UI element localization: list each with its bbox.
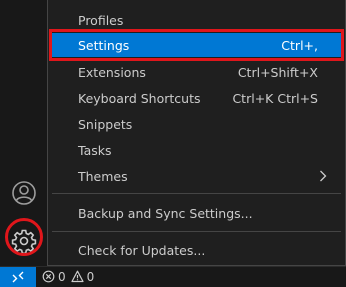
remote-indicator-button[interactable] xyxy=(0,266,36,287)
manage-highlight-circle xyxy=(5,218,43,256)
menu-item-label: Tasks xyxy=(78,142,112,158)
warning-count: 0 xyxy=(86,269,95,284)
menu-item-snippets[interactable]: Snippets xyxy=(52,112,341,136)
menu-item-tasks[interactable]: Tasks xyxy=(52,138,341,162)
menu-item-label: Themes xyxy=(78,168,128,184)
menu-item-keyboard-shortcuts[interactable]: Keyboard Shortcuts Ctrl+K Ctrl+S xyxy=(52,86,341,110)
settings-highlight-box xyxy=(49,29,344,61)
menu-item-extensions[interactable]: Extensions Ctrl+Shift+X xyxy=(52,60,341,84)
error-count: 0 xyxy=(58,269,66,284)
remote-icon xyxy=(12,271,24,282)
chevron-right-icon xyxy=(320,170,327,182)
warning-icon xyxy=(71,270,84,283)
menu-item-label: Snippets xyxy=(78,116,133,132)
problems-indicator[interactable]: 0 0 xyxy=(36,270,94,284)
menu-item-themes[interactable]: Themes xyxy=(52,164,341,188)
menu-item-check-updates[interactable]: Check for Updates... xyxy=(52,238,341,262)
status-bar: 0 0 xyxy=(0,266,346,287)
activity-bar xyxy=(0,0,48,266)
manage-context-menu: Profiles Settings Ctrl+, Extensions Ctrl… xyxy=(47,0,346,266)
menu-separator xyxy=(52,193,341,194)
menu-separator xyxy=(52,231,341,232)
menu-item-label: Keyboard Shortcuts xyxy=(78,90,201,106)
menu-item-backup-sync[interactable]: Backup and Sync Settings... xyxy=(52,201,341,225)
menu-item-label: Extensions xyxy=(78,64,146,80)
menu-item-keybinding: Ctrl+K Ctrl+S xyxy=(232,90,318,106)
menu-item-label: Backup and Sync Settings... xyxy=(78,205,253,221)
menu-item-keybinding: Ctrl+Shift+X xyxy=(237,64,318,80)
accounts-button[interactable] xyxy=(0,173,48,213)
menu-item-label: Check for Updates... xyxy=(78,242,206,258)
account-icon xyxy=(12,181,36,205)
menu-item-label: Profiles xyxy=(78,12,124,28)
error-icon xyxy=(42,270,55,283)
